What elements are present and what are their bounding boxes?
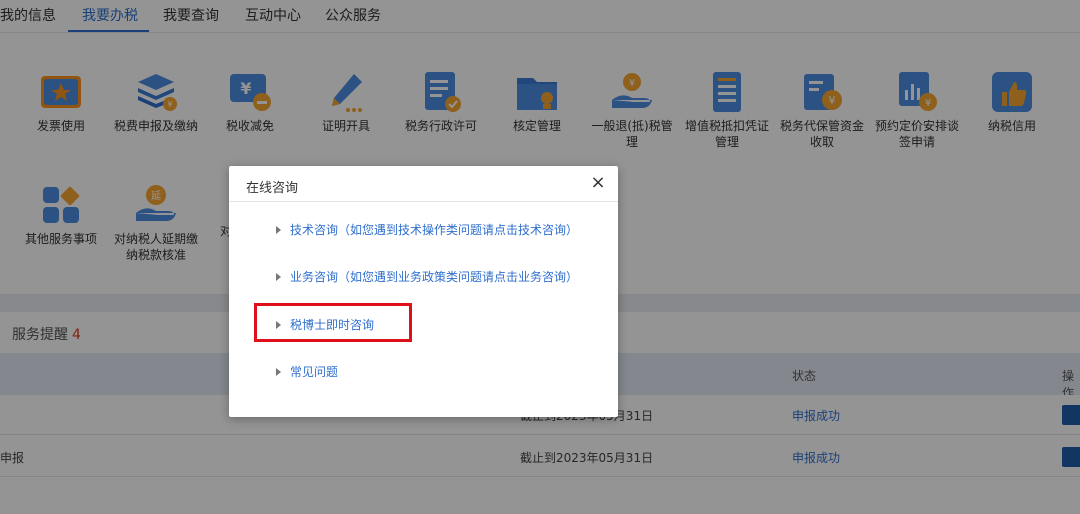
tech-consult-label: 技术咨询（如您遇到技术操作类问题请点击技术咨询） [290,223,579,237]
business-consult-label: 业务咨询（如您遇到业务政策类问题请点击业务咨询） [290,270,579,284]
highlight-box [254,303,412,342]
dialog-title: 在线咨询 [246,181,299,196]
online-consult-dialog: 在线咨询 × 技术咨询（如您遇到技术操作类问题请点击技术咨询） 业务咨询（如您遇… [229,166,618,417]
tech-consult-link[interactable]: 技术咨询（如您遇到技术操作类问题请点击技术咨询） [276,221,578,238]
dialog-header: 在线咨询 × [229,166,618,202]
faq-label: 常见问题 [290,365,339,379]
caret-right-icon [276,368,281,376]
business-consult-link[interactable]: 业务咨询（如您遇到业务政策类问题请点击业务咨询） [276,268,578,285]
caret-right-icon [276,226,281,234]
close-icon[interactable]: × [589,174,607,192]
faq-link[interactable]: 常见问题 [276,363,338,380]
caret-right-icon [276,273,281,281]
